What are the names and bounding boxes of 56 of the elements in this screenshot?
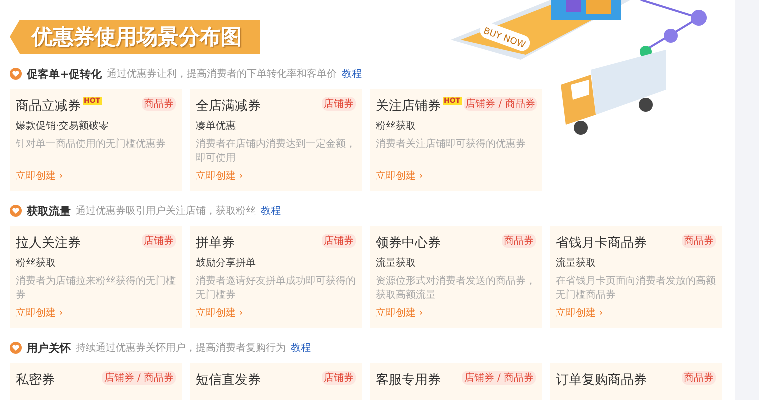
- coupon-description: 消费者在店铺内消费达到一定金额，即可使用: [196, 138, 356, 165]
- coupon-type-tag: 店铺券 / 商品券: [462, 371, 536, 385]
- coupon-title: 商品立减券: [16, 98, 81, 115]
- heart-icon: [10, 205, 22, 217]
- coupon-type-tag: 店铺券: [322, 97, 356, 111]
- coupon-description: 消费者关注店铺即可获得的优惠券: [376, 138, 527, 152]
- coupon-type-tag: 店铺券 / 商品券: [464, 97, 538, 111]
- coupon-description: 资源位形式对消费者发送的商品券，获取高额流量: [376, 275, 536, 302]
- coupon-title: 客服专用券: [376, 372, 441, 389]
- heart-icon: [10, 68, 22, 80]
- create-link[interactable]: 立即创建 ›: [376, 306, 536, 320]
- coupon-subtitle: 粉丝获取: [16, 256, 57, 270]
- coupon-description: 消费者为店铺拉来粉丝获得的无门槛券: [16, 275, 176, 302]
- section-description: 通过优惠券让利，提高消费者的下单转化率和客单价: [107, 68, 338, 81]
- tutorial-link[interactable]: 教程: [291, 341, 311, 355]
- coupon-title: 订单复购商品券: [556, 372, 647, 389]
- coupon-subtitle: 凑单优惠: [196, 120, 237, 133]
- coupon-description: 针对单一商品使用的无门槛优惠券: [16, 138, 167, 152]
- coupon-type-tag: 商品券: [682, 371, 716, 385]
- coupon-type-tag: 店铺券: [322, 234, 356, 248]
- coupon-type-tag: 商品券: [682, 234, 716, 248]
- heart-icon: [10, 342, 22, 354]
- coupon-subtitle: 流量获取: [376, 256, 417, 270]
- coupon-type-tag: 商品券: [142, 97, 176, 111]
- coupon-title: 拉人关注券: [16, 235, 81, 252]
- create-link[interactable]: 立即创建 ›: [376, 169, 536, 183]
- coupon-description: 消费者邀请好友拼单成功即可获得的无门槛券: [196, 275, 356, 302]
- section-title: 用户关怀: [27, 340, 71, 356]
- tutorial-link[interactable]: 教程: [342, 67, 362, 81]
- coupon-subtitle: 粉丝获取: [376, 120, 417, 133]
- create-link[interactable]: 立即创建 ›: [556, 306, 716, 320]
- coupon-type-tag: 商品券: [502, 234, 536, 248]
- coupon-title: 私密券: [16, 372, 55, 389]
- create-link[interactable]: 立即创建 ›: [196, 306, 356, 320]
- tutorial-link[interactable]: 教程: [261, 204, 281, 218]
- coupon-type-tag: 店铺券: [322, 371, 356, 385]
- coupon-type-tag: 店铺券: [142, 234, 176, 248]
- coupon-type-tag: 店铺券 / 商品券: [102, 371, 176, 385]
- coupon-subtitle: 流量获取: [556, 256, 597, 270]
- section-title: 促客单+促转化: [27, 66, 102, 82]
- create-link[interactable]: 立即创建 ›: [16, 169, 176, 183]
- create-link[interactable]: 立即创建 ›: [196, 169, 356, 183]
- coupon-title: 领券中心券: [376, 235, 441, 252]
- coupon-subtitle: 鼓励分享拼单: [196, 256, 257, 270]
- coupon-title: 省钱月卡商品券: [556, 235, 647, 252]
- coupon-description: 在省钱月卡页面向消费者发放的高额无门槛商品券: [556, 275, 716, 302]
- section-description: 持续通过优惠券关怀用户，提高消费者复购行为: [76, 342, 286, 355]
- coupon-title: 关注店铺券: [376, 98, 441, 115]
- title-banner: 优惠券使用场景分布图: [10, 20, 260, 54]
- create-link[interactable]: 立即创建 ›: [16, 306, 176, 320]
- coupon-title: 拼单券: [196, 235, 235, 252]
- section-description: 通过优惠券吸引用户关注店铺，获取粉丝: [76, 204, 256, 218]
- coupon-title: 全店满减券: [196, 98, 261, 115]
- coupon-title: 短信直发券: [196, 372, 261, 389]
- section-title: 获取流量: [27, 204, 71, 218]
- coupon-subtitle: 爆款促销·交易额破零: [16, 120, 110, 133]
